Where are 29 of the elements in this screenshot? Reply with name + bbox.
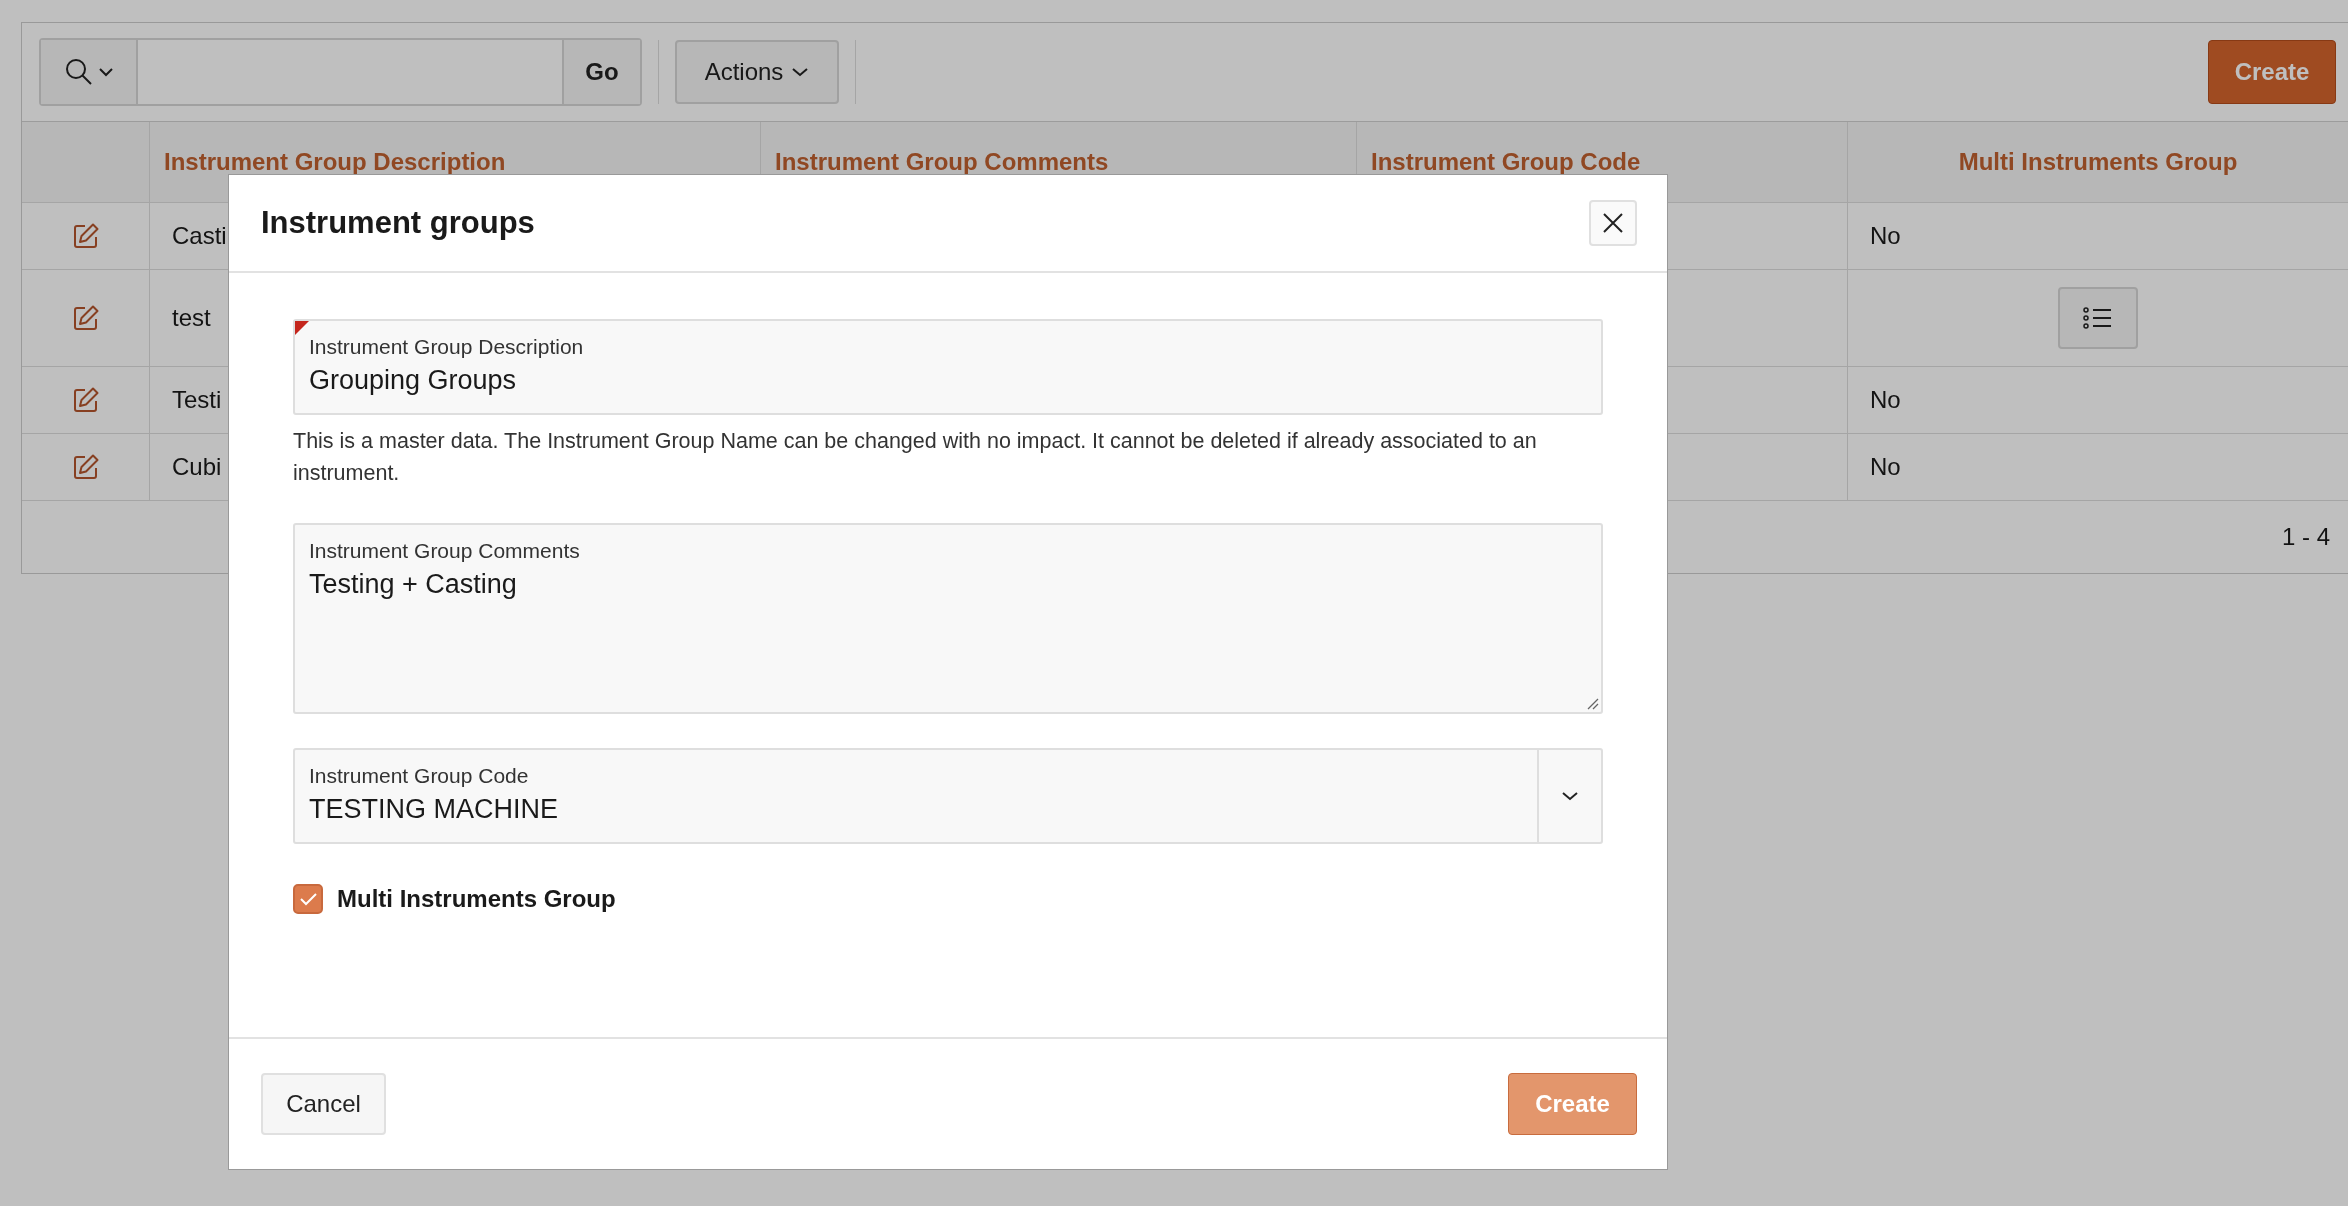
close-icon (1602, 212, 1624, 234)
edit-icon[interactable] (71, 386, 100, 414)
chevron-down-icon[interactable] (1561, 791, 1579, 801)
actions-button[interactable]: Actions (675, 40, 839, 104)
cancel-button[interactable]: Cancel (261, 1073, 386, 1135)
edit-icon[interactable] (71, 304, 100, 332)
table-cell: Casti (172, 222, 227, 250)
table-cell: test (172, 304, 211, 332)
checkmark-icon (298, 891, 318, 907)
table-cell: No (1870, 453, 1901, 481)
list-icon (2083, 306, 2113, 330)
checkbox-label[interactable]: Multi Instruments Group (337, 885, 616, 913)
table-cell: Cubi (172, 453, 222, 481)
dialog-title: Instrument groups (261, 205, 535, 241)
chevron-down-icon (791, 67, 810, 77)
list-button[interactable] (2058, 287, 2138, 349)
table-cell: No (1870, 222, 1901, 250)
table-cell: Testi (172, 386, 222, 414)
close-button[interactable] (1589, 200, 1637, 246)
edit-icon[interactable] (71, 222, 100, 250)
select-field[interactable]: Instrument Group Code TESTING MACHINE (293, 748, 1603, 844)
edit-icon[interactable] (71, 453, 100, 481)
pagination-text: 1 - 4 (2281, 523, 2330, 551)
checkbox[interactable] (293, 884, 323, 914)
input-field[interactable]: Instrument Group Description Grouping Groups (293, 319, 1603, 415)
help-text: This is a master data. The Instrument Group Name can be changed with no impact. It cannot be deleted if already associated to an instrument. (293, 428, 1538, 487)
text-area[interactable]: Instrument Group Comments Testing + Casting (293, 523, 1603, 714)
resize-handle-icon[interactable] (1585, 696, 1599, 710)
table-cell: No (1870, 386, 1901, 414)
